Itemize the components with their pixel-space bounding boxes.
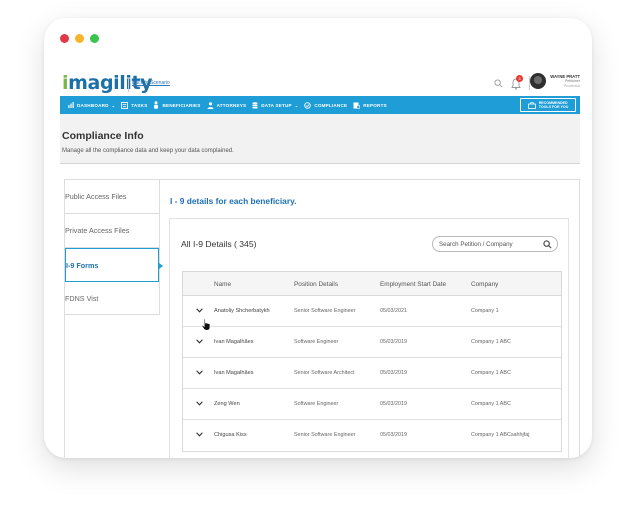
cell-name: Anatoliy Shcherbatykh [214, 308, 270, 314]
nav-compliance[interactable]: COMPLIANCE [304, 101, 347, 109]
sidebar-item-public-access-files[interactable]: Public Access Files [65, 180, 159, 214]
sidebar-item-private-access-files[interactable]: Private Access Files [65, 214, 159, 248]
cell-company: Company 1 ABC [471, 401, 511, 407]
cell-position: Senior Software Architect [294, 370, 355, 376]
chevron-down-icon[interactable] [196, 339, 203, 344]
chevron-down-icon[interactable] [196, 401, 203, 406]
cell-name: Zeng Wen [214, 401, 240, 407]
search-icon[interactable] [543, 240, 552, 249]
search-input[interactable] [439, 239, 539, 249]
chevron-down-icon[interactable] [196, 370, 203, 375]
page-title: Compliance Info [62, 130, 144, 142]
panel-heading: I - 9 details for each beneficiary. [170, 196, 297, 206]
notification-bell[interactable]: 3 [511, 75, 523, 90]
sidebar-item-fdns-vist[interactable]: FDNS Vist [65, 282, 159, 316]
avatar[interactable] [530, 73, 546, 89]
i9-details-panel: All I-9 Details ( 345) Name Position Det… [169, 218, 569, 458]
cell-position: Software Engineer [294, 401, 339, 407]
nav-beneficiaries[interactable]: BENEFICIARIES [153, 101, 200, 109]
header-employment-start-date[interactable]: Employment Start Date [380, 281, 446, 288]
nav-dashboard[interactable]: DASHBOARD ⌄ [68, 102, 115, 108]
cell-start-date: 05/03/2019 [380, 370, 407, 376]
search-box[interactable] [432, 236, 558, 252]
cell-position: Senior Software Engineer [294, 308, 356, 314]
maximize-dot[interactable] [90, 34, 99, 43]
nav-data-setup[interactable]: DATA SETUP ⌄ [252, 101, 299, 109]
cell-start-date: 05/03/2021 [380, 308, 407, 314]
attorney-icon [207, 101, 214, 109]
table-row[interactable]: Anatoliy Shcherbatykh Senior Software En… [183, 296, 561, 331]
header-company[interactable]: Company [471, 281, 498, 288]
cell-company: Company 1 ABCsahhjfaj [471, 432, 530, 438]
main-nav: DASHBOARD ⌄ TASKS BENEFICIARIES ATTORNEYS… [60, 96, 580, 114]
logo-divider [128, 78, 129, 92]
chevron-down-icon: ⌄ [294, 102, 299, 108]
table-row[interactable]: Ivan Magalhães Software Engineer 05/03/2… [183, 327, 561, 358]
chevron-down-icon[interactable] [196, 432, 203, 437]
cell-start-date: 05/03/2019 [380, 339, 407, 345]
user-company: Prudential [563, 84, 580, 88]
cell-company: Company 1 [471, 308, 499, 314]
reports-icon [353, 102, 361, 109]
cell-start-date: 05/03/2019 [380, 432, 407, 438]
tasks-icon [121, 101, 129, 109]
compliance-sidebar: Public Access Files Private Access Files… [65, 180, 163, 316]
person-icon [154, 101, 159, 109]
cell-name: Chigusa Kiss [214, 432, 247, 438]
database-icon [252, 101, 258, 108]
toolbox-icon [527, 101, 536, 109]
cell-company: Company 1 ABC [471, 339, 511, 345]
cell-name: Ivan Magalhães [214, 339, 254, 345]
header-name[interactable]: Name [214, 281, 231, 288]
table-row[interactable]: Zeng Wen Software Engineer 05/03/2019 Co… [183, 389, 561, 420]
minimize-dot[interactable] [75, 34, 84, 43]
user-info[interactable]: WAYNE PRATT Petitioner Prudential [550, 74, 580, 89]
header-position-details[interactable]: Position Details [294, 281, 338, 288]
i9-table: Name Position Details Employment Start D… [182, 271, 562, 452]
list-title: All I-9 Details ( 345) [181, 239, 257, 249]
sidebar-item-i9-forms[interactable]: I-9 Forms [65, 248, 163, 282]
nav-attorneys[interactable]: ATTORNEYS [207, 101, 247, 109]
close-dot[interactable] [60, 34, 69, 43]
compliance-icon [304, 101, 312, 109]
content-card: Public Access Files Private Access Files… [64, 179, 580, 458]
cell-start-date: 05/03/2019 [380, 401, 407, 407]
cell-position: Software Engineer [294, 339, 339, 345]
table-row[interactable]: Ivan Magalhães Senior Software Architect… [183, 358, 561, 389]
notification-badge: 3 [516, 75, 523, 82]
table-row[interactable]: Chigusa Kiss Senior Software Engineer 05… [183, 420, 561, 451]
bar-chart-icon [68, 102, 74, 108]
cell-company: Company 1 ABC [471, 370, 511, 376]
chevron-down-icon[interactable] [196, 308, 203, 313]
top-icons: 3 [494, 75, 530, 90]
search-icon[interactable] [494, 78, 503, 88]
top-bar: imagility Back to Scenario 3 WAYNE PRATT… [60, 70, 580, 96]
chevron-down-icon: ⌄ [111, 102, 116, 108]
cell-position: Senior Software Engineer [294, 432, 356, 438]
app-window: imagility Back to Scenario 3 WAYNE PRATT… [44, 18, 592, 458]
table-header: Name Position Details Employment Start D… [183, 272, 561, 296]
cell-name: Ivan Magalhães [214, 370, 254, 376]
window-controls [60, 34, 99, 43]
page-subtitle: Manage all the compliance data and keep … [62, 148, 234, 154]
back-to-scenario-link[interactable]: Back to Scenario [132, 80, 170, 86]
recommended-tools-button[interactable]: RECOMMENDED TOOLS FOR YOU [520, 98, 576, 112]
nav-tasks[interactable]: TASKS [121, 101, 147, 109]
page-header: Compliance Info Manage all the complianc… [60, 114, 580, 164]
nav-reports[interactable]: REPORTS [353, 102, 387, 109]
